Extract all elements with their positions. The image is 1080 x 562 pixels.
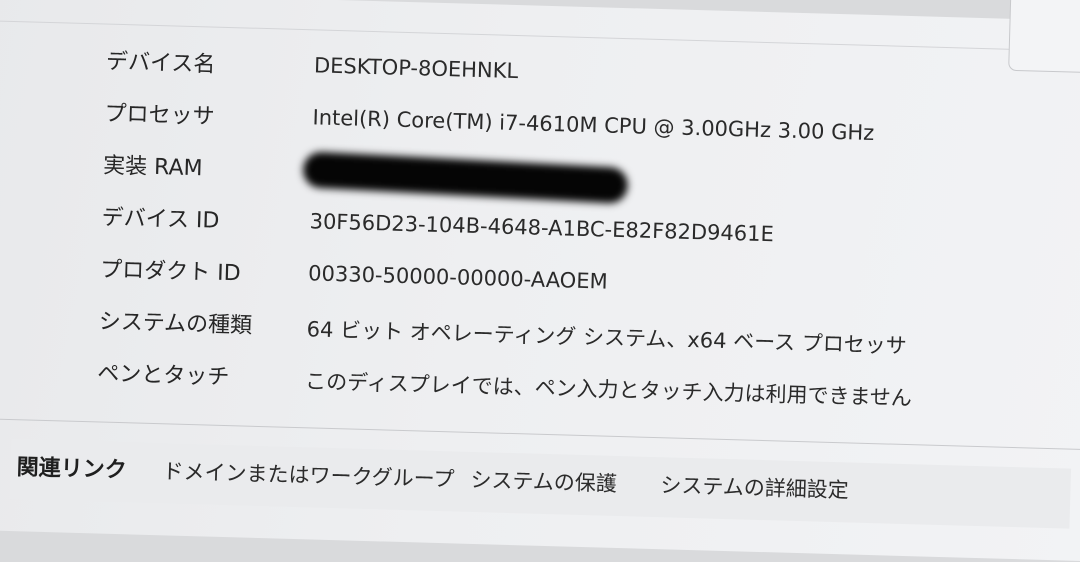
settings-screen: デバイス名 DESKTOP-8OEHNKL プロセッサ Intel(R) Cor… [0,0,1080,562]
spec-label: デバイス ID [101,205,220,234]
spec-value: DESKTOP-8OEHNKL [313,53,519,84]
spec-label: プロセッサ [104,101,215,130]
copy-button-corner[interactable] [1008,0,1080,75]
link-system-protection[interactable]: システムの保護 [470,464,617,498]
link-advanced-system-settings[interactable]: システムの詳細設定 [660,469,849,504]
spec-label: ペンとタッチ [96,361,230,391]
spec-label: プロダクト ID [99,257,241,287]
device-specifications: デバイス名 DESKTOP-8OEHNKL プロセッサ Intel(R) Cor… [96,44,1006,433]
link-domain-workgroup[interactable]: ドメインまたはワークグループ [162,455,455,493]
spec-value: 00330-50000-00000-AAOEM [307,261,608,294]
spec-label: デバイス名 [105,49,216,78]
related-links-title: 関連リンク [16,455,127,484]
spec-label: システムの種類 [98,309,253,339]
related-links-bar: 関連リンク ドメインまたはワークグループ システムの保護 システムの詳細設定 [9,439,1072,529]
spec-label: 実装 RAM [102,153,203,182]
